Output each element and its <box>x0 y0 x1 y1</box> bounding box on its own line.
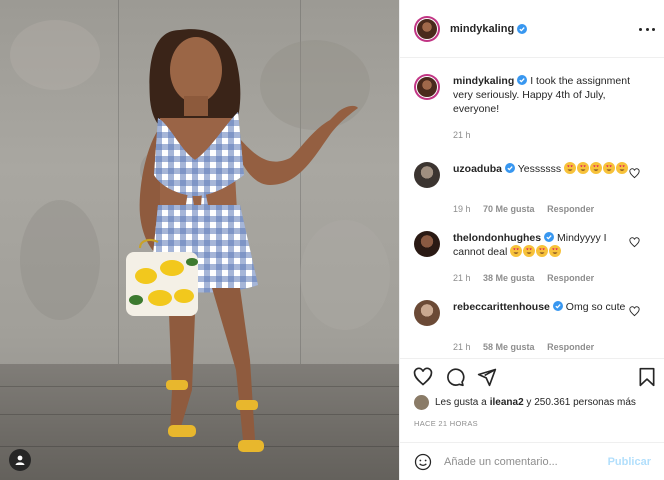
comment-text-block: rebeccarittenhouse Omg so cute <box>453 300 631 314</box>
woman-figure <box>126 29 358 452</box>
heart-eyes-emoji-icon <box>577 162 590 174</box>
post-header: mindykaling <box>400 0 664 58</box>
heart-eyes-emoji-icon <box>564 162 577 174</box>
verified-badge-icon <box>552 301 563 311</box>
caption-time[interactable]: 21 h <box>453 130 471 140</box>
liker-username[interactable]: ileana2 <box>490 397 524 408</box>
comment-composer: Publicar <box>400 442 664 480</box>
post-photo[interactable] <box>0 0 399 480</box>
likes-summary[interactable]: Les gusta a ileana2 y 250.361 personas m… <box>414 395 636 410</box>
comment-bubble-icon[interactable] <box>445 367 465 387</box>
verified-badge-icon <box>517 75 528 85</box>
likes-suffix: y 250.361 personas más <box>523 397 636 408</box>
reply-button[interactable]: Responder <box>547 273 594 283</box>
like-heart-icon[interactable] <box>413 367 433 387</box>
comment-text-block: uzoaduba Yessssss <box>453 162 631 176</box>
heart-eyes-emoji-icon <box>549 245 562 257</box>
reply-button[interactable]: Responder <box>547 342 594 352</box>
verified-badge-icon <box>505 163 515 173</box>
verified-badge-icon <box>517 23 528 34</box>
heart-eyes-emoji-icon <box>616 162 629 174</box>
comment-text: Omg so cute <box>565 301 626 313</box>
comment-username[interactable]: thelondonhughes <box>453 232 541 244</box>
heart-eyes-emoji-icon <box>536 245 549 257</box>
like-comment-heart-icon[interactable] <box>629 168 640 179</box>
comment-text: Yessssss <box>517 163 562 175</box>
person-tag-icon[interactable] <box>9 449 31 471</box>
author-username[interactable]: mindykaling <box>450 23 514 35</box>
comment-likes[interactable]: 58 Me gusta <box>483 342 535 352</box>
post-sidebar: mindykaling mindykaling I took the assig… <box>399 0 664 480</box>
comment-time[interactable]: 21 h <box>453 342 471 352</box>
liker-avatar[interactable] <box>414 395 429 410</box>
caption-avatar[interactable] <box>414 74 440 100</box>
bookmark-save-icon[interactable] <box>637 367 657 387</box>
more-options-icon[interactable] <box>639 22 655 36</box>
heart-eyes-emoji-icon <box>510 245 523 257</box>
comment-meta: 21 h 38 Me gusta Responder <box>453 273 604 283</box>
likes-prefix: Les gusta a <box>435 397 487 408</box>
caption-username[interactable]: mindykaling <box>453 75 514 87</box>
post-actions: Les gusta a ileana2 y 250.361 personas m… <box>400 358 664 480</box>
commenter-avatar[interactable] <box>414 300 440 326</box>
comment-meta: 21 h 58 Me gusta Responder <box>453 342 604 352</box>
comment-text-block: thelondonhughes Mindyyyy I cannot deal <box>453 231 631 259</box>
like-comment-heart-icon[interactable] <box>629 237 640 248</box>
comment-username[interactable]: rebeccarittenhouse <box>453 301 550 313</box>
share-send-icon[interactable] <box>477 367 497 387</box>
comment-username[interactable]: uzoaduba <box>453 163 502 175</box>
caption-meta: 21 h <box>453 130 481 140</box>
heart-eyes-emoji-icon <box>590 162 603 174</box>
comment-meta: 19 h 70 Me gusta Responder <box>453 204 604 214</box>
comment-time[interactable]: 19 h <box>453 204 471 214</box>
comments-list: mindykaling I took the assignment very s… <box>400 58 664 358</box>
heart-eyes-emoji-group <box>564 162 629 175</box>
comment-input[interactable] <box>444 456 608 468</box>
emoji-picker-icon[interactable] <box>414 453 432 471</box>
verified-badge-icon <box>544 232 555 242</box>
comment-time[interactable]: 21 h <box>453 273 471 283</box>
commenter-avatar[interactable] <box>414 231 440 257</box>
heart-eyes-emoji-icon <box>523 245 536 257</box>
caption-text-block: mindykaling I took the assignment very s… <box>453 74 631 116</box>
heart-eyes-emoji-icon <box>603 162 616 174</box>
comment-likes[interactable]: 38 Me gusta <box>483 273 535 283</box>
commenter-avatar[interactable] <box>414 162 440 188</box>
like-comment-heart-icon[interactable] <box>629 306 640 317</box>
publish-button[interactable]: Publicar <box>608 456 651 468</box>
comment-likes[interactable]: 70 Me gusta <box>483 204 535 214</box>
heart-eyes-emoji-group <box>510 245 562 258</box>
author-avatar[interactable] <box>414 15 440 42</box>
reply-button[interactable]: Responder <box>547 204 594 214</box>
user-silhouette-icon <box>15 455 25 465</box>
post-timestamp[interactable]: HACE 21 HORAS <box>414 419 478 428</box>
